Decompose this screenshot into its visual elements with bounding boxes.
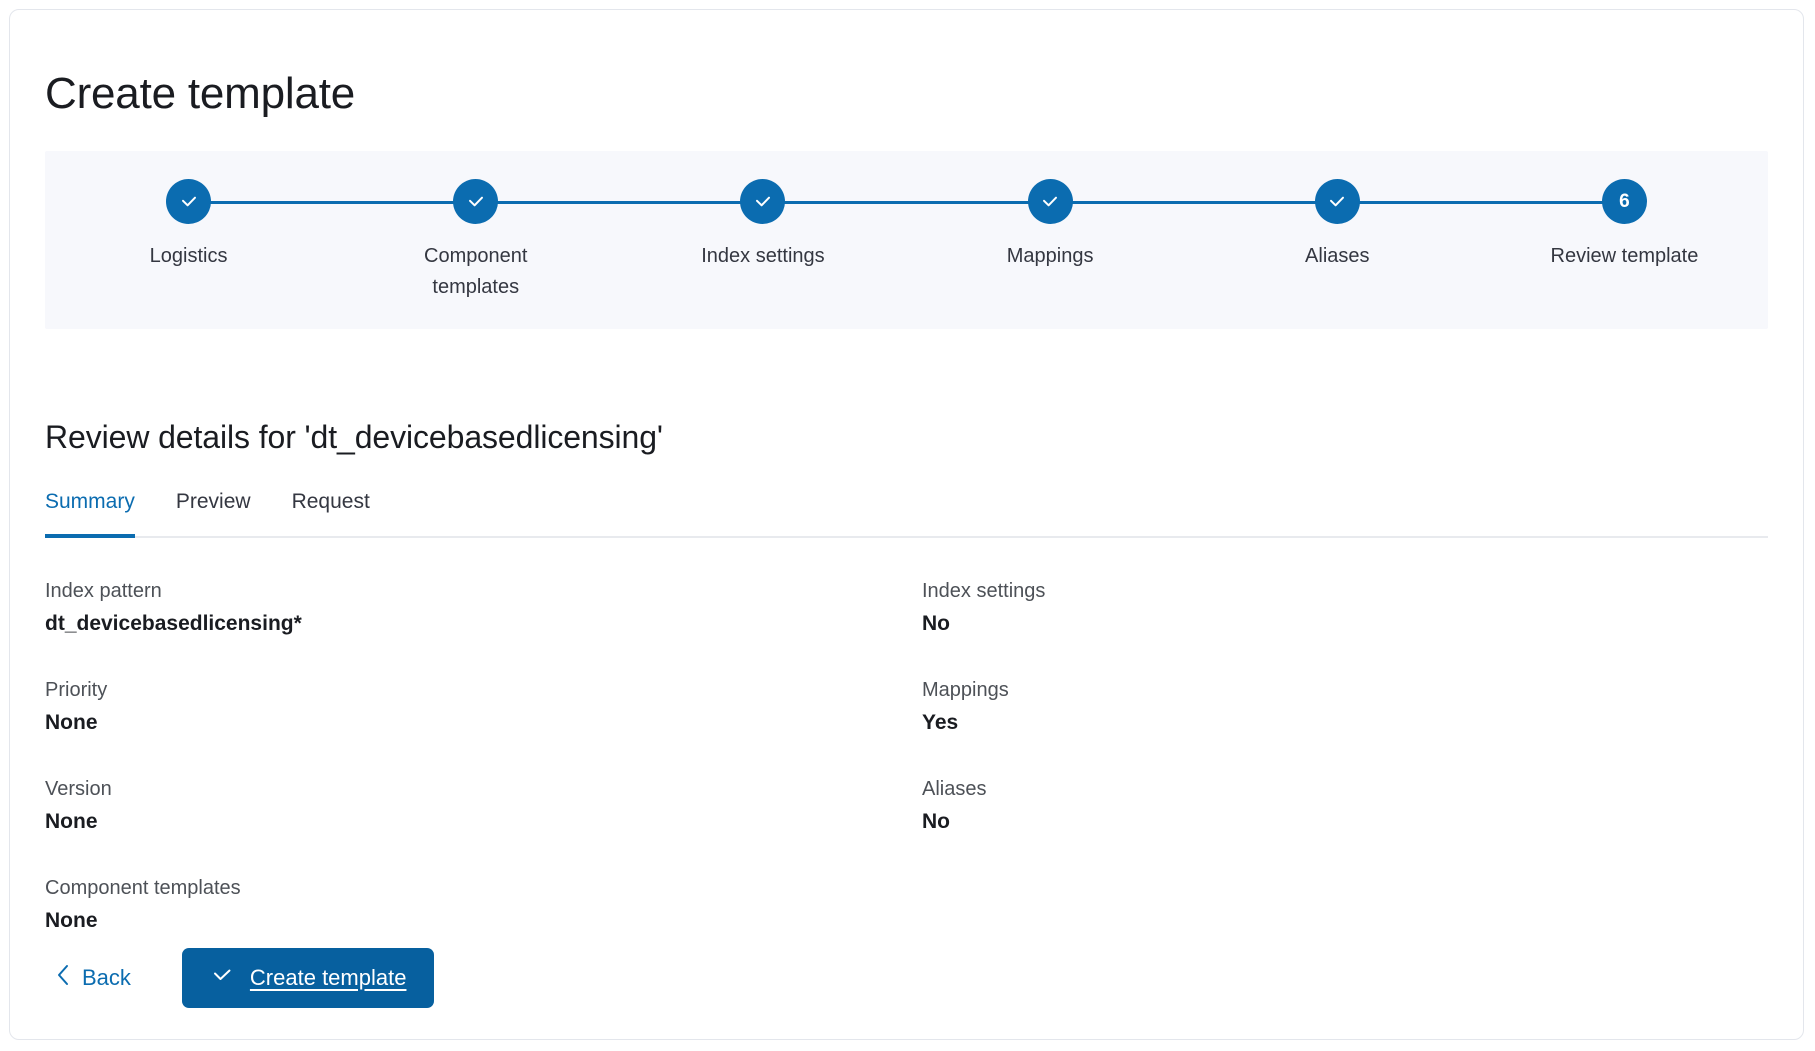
step-aliases[interactable]: Aliases bbox=[1194, 179, 1481, 272]
steps-panel: Logistics Component templates Index settin… bbox=[45, 151, 1768, 329]
detail-index-settings: Index settings No bbox=[922, 577, 1768, 639]
detail-label: Mappings bbox=[922, 676, 1768, 704]
step-label: Aliases bbox=[1305, 241, 1369, 272]
detail-index-pattern: Index pattern dt_devicebasedlicensing* bbox=[45, 577, 922, 639]
page-title: Create template bbox=[45, 69, 355, 120]
detail-label: Index settings bbox=[922, 577, 1768, 605]
step-indicator: Logistics Component templates Index settin… bbox=[45, 151, 1768, 329]
detail-value: No bbox=[922, 609, 1768, 639]
tab-preview[interactable]: Preview bbox=[176, 490, 251, 536]
detail-value: No bbox=[922, 807, 1768, 837]
detail-mappings: Mappings Yes bbox=[922, 676, 1768, 738]
tab-request[interactable]: Request bbox=[292, 490, 370, 536]
step-label: Index settings bbox=[701, 241, 824, 272]
detail-priority: Priority None bbox=[45, 676, 922, 738]
step-index-settings[interactable]: Index settings bbox=[619, 179, 906, 272]
chevron-left-icon bbox=[55, 963, 70, 993]
detail-label: Priority bbox=[45, 676, 922, 704]
back-button-label: Back bbox=[82, 965, 131, 991]
step-number: 6 bbox=[1602, 179, 1647, 224]
detail-value: None bbox=[45, 708, 922, 738]
detail-version: Version None bbox=[45, 775, 922, 837]
step-review-template[interactable]: 6 Review template bbox=[1481, 179, 1768, 272]
step-label: Review template bbox=[1551, 241, 1699, 272]
footer-actions: Back Create template bbox=[45, 948, 434, 1008]
detail-value: None bbox=[45, 807, 922, 837]
summary-details: Index pattern dt_devicebasedlicensing*Ind… bbox=[45, 577, 1768, 973]
check-icon bbox=[1315, 179, 1360, 224]
detail-value: Yes bbox=[922, 708, 1768, 738]
back-button[interactable]: Back bbox=[45, 955, 141, 1001]
step-component-templates[interactable]: Component templates bbox=[332, 179, 619, 303]
step-label: Component templates bbox=[391, 241, 561, 303]
detail-value: None bbox=[45, 906, 922, 936]
step-mappings[interactable]: Mappings bbox=[907, 179, 1194, 272]
step-label: Logistics bbox=[150, 241, 228, 272]
review-tabs: Summary Preview Request bbox=[45, 490, 1768, 538]
check-icon bbox=[1028, 179, 1073, 224]
check-icon bbox=[740, 179, 785, 224]
app-window: Create template Logistics Component templ… bbox=[9, 9, 1804, 1040]
review-heading: Review details for 'dt_devicebasedlicens… bbox=[45, 419, 663, 456]
detail-label: Aliases bbox=[922, 775, 1768, 803]
check-icon bbox=[166, 179, 211, 224]
check-icon bbox=[210, 963, 234, 993]
check-icon bbox=[453, 179, 498, 224]
detail-label: Index pattern bbox=[45, 577, 922, 605]
detail-label: Component templates bbox=[45, 874, 922, 902]
detail-label: Version bbox=[45, 775, 922, 803]
tab-summary[interactable]: Summary bbox=[45, 490, 135, 536]
create-template-button[interactable]: Create template bbox=[182, 948, 435, 1008]
detail-aliases: Aliases No bbox=[922, 775, 1768, 837]
step-logistics[interactable]: Logistics bbox=[45, 179, 332, 272]
create-template-button-label: Create template bbox=[250, 965, 407, 991]
detail-component-templates: Component templates None bbox=[45, 874, 922, 936]
detail-value: dt_devicebasedlicensing* bbox=[45, 609, 922, 639]
step-label: Mappings bbox=[1007, 241, 1094, 272]
